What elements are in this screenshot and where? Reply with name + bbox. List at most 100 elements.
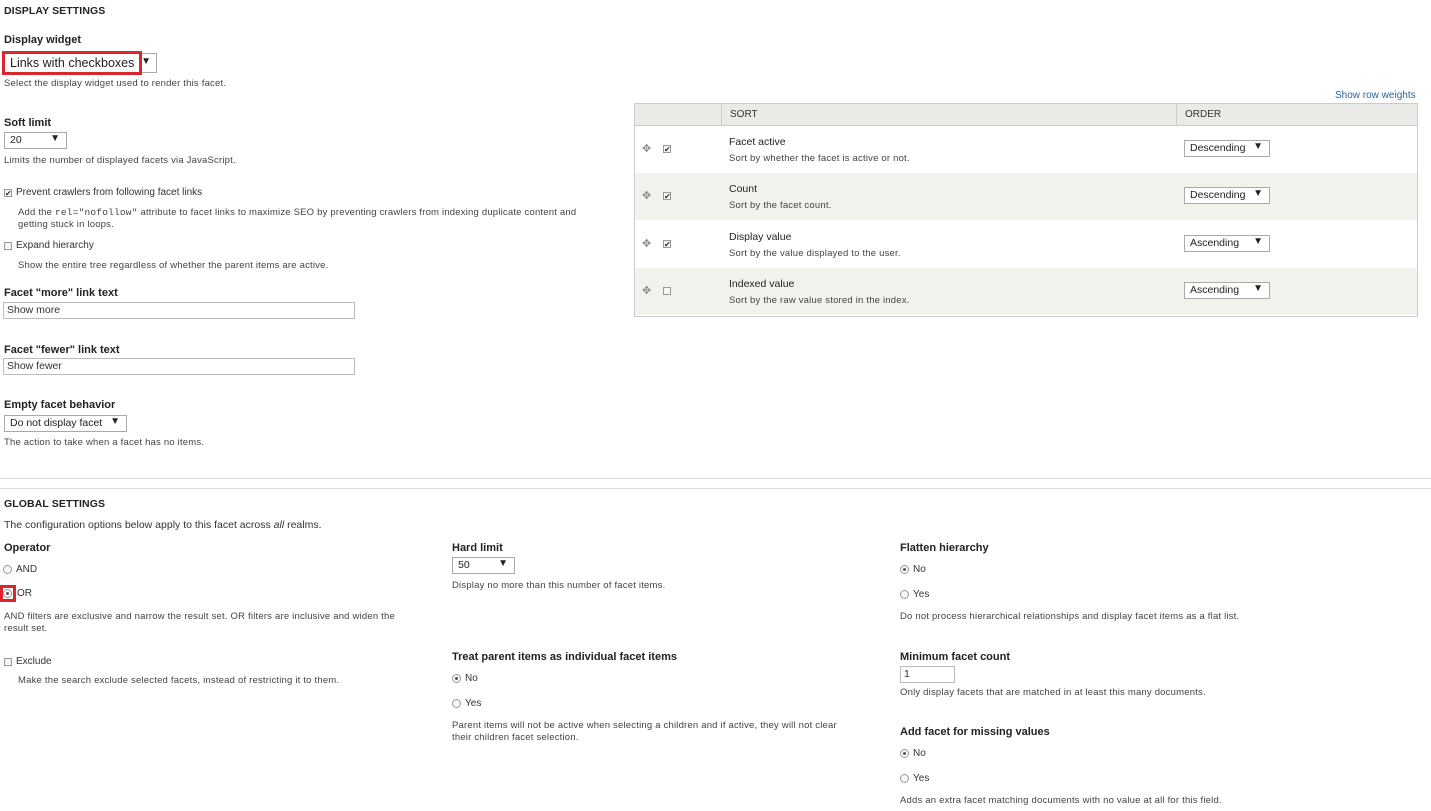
- display-widget-highlight: [2, 51, 142, 75]
- missing-values-description: Adds an extra facet matching documents w…: [900, 795, 1222, 806]
- empty-behavior-select[interactable]: Do not display facet ▼: [4, 415, 127, 432]
- intro-before: The configuration options below apply to…: [4, 519, 274, 531]
- treat-parent-label: Treat parent items as individual facet i…: [452, 651, 677, 663]
- sort-order-select[interactable]: Ascending ▼: [1184, 235, 1270, 252]
- operator-description-line1: AND filters are exclusive and narrow the…: [4, 611, 395, 622]
- drag-handle-icon[interactable]: ✥: [642, 189, 651, 202]
- missing-yes-radio[interactable]: [900, 774, 909, 783]
- chevron-down-icon: ▼: [1253, 141, 1263, 152]
- exclude-description: Make the search exclude selected facets,…: [18, 675, 340, 686]
- drag-handle-icon[interactable]: ✥: [642, 284, 651, 297]
- sort-order-value: Descending: [1190, 189, 1246, 201]
- min-count-label: Minimum facet count: [900, 651, 1011, 663]
- hard-limit-description: Display no more than this number of face…: [452, 580, 666, 591]
- soft-limit-description: Limits the number of displayed facets vi…: [4, 155, 236, 166]
- section-divider: [0, 488, 1431, 489]
- chevron-down-icon: ▼: [1253, 188, 1263, 199]
- sort-description: Sort by the facet count.: [729, 200, 832, 211]
- sort-order-select[interactable]: Descending ▼: [1184, 187, 1270, 204]
- soft-limit-select[interactable]: 20 ▼: [4, 132, 67, 149]
- table-row: ✥ ✔ Count Sort by the facet count. Desce…: [635, 173, 1417, 220]
- chevron-down-icon: ▼: [1253, 236, 1263, 247]
- expand-hierarchy-label: Expand hierarchy: [16, 240, 94, 251]
- chevron-down-icon: ▼: [498, 558, 508, 569]
- flatten-yes-label: Yes: [913, 589, 930, 600]
- show-row-weights-link[interactable]: Show row weights: [1335, 90, 1416, 101]
- prevent-crawlers-description: Add the rel="nofollow" attribute to face…: [18, 207, 576, 219]
- empty-behavior-value: Do not display facet: [10, 417, 103, 429]
- prevent-crawlers-desc-after: attribute to facet links to maximize SEO…: [137, 207, 577, 218]
- soft-limit-value: 20: [10, 134, 22, 146]
- sort-description: Sort by the value displayed to the user.: [729, 248, 901, 259]
- treat-parent-description-line1: Parent items will not be active when sel…: [452, 720, 837, 731]
- hard-limit-select[interactable]: 50 ▼: [452, 557, 515, 574]
- sort-enabled-checkbox[interactable]: ✔: [663, 192, 671, 201]
- hard-limit-label: Hard limit: [452, 542, 503, 554]
- operator-or-highlight: [0, 585, 16, 602]
- more-link-label: Facet "more" link text: [4, 287, 118, 299]
- sort-order-select[interactable]: Ascending ▼: [1184, 282, 1270, 299]
- operator-label: Operator: [4, 542, 51, 554]
- sort-title: Count: [729, 183, 758, 195]
- prevent-crawlers-label: Prevent crawlers from following facet li…: [16, 187, 203, 198]
- missing-yes-label: Yes: [913, 773, 930, 784]
- flatten-no-label: No: [913, 564, 926, 575]
- min-count-input[interactable]: 1: [900, 666, 955, 683]
- empty-behavior-label: Empty facet behavior: [4, 399, 116, 411]
- display-widget-label: Display widget: [4, 34, 82, 46]
- sort-title: Indexed value: [729, 278, 795, 290]
- flatten-no-radio[interactable]: [900, 565, 909, 574]
- expand-hierarchy-description: Show the entire tree regardless of wheth…: [18, 260, 329, 271]
- flatten-description: Do not process hierarchical relationship…: [900, 611, 1240, 622]
- exclude-label: Exclude: [16, 656, 52, 667]
- prevent-crawlers-checkbox[interactable]: ✔: [4, 189, 12, 198]
- sort-order-value: Descending: [1190, 142, 1246, 154]
- treat-parent-description-line2: their children facet selection.: [452, 732, 579, 743]
- sort-enabled-checkbox[interactable]: ✔: [663, 240, 671, 249]
- operator-description-line2: result set.: [4, 623, 48, 634]
- treat-parent-no-radio[interactable]: [452, 674, 461, 683]
- operator-or-label: OR: [17, 588, 32, 599]
- table-header-handle: [635, 104, 722, 126]
- table-header-order: ORDER: [1177, 104, 1417, 126]
- chevron-down-icon: ▼: [50, 133, 60, 144]
- treat-parent-no-label: No: [465, 673, 478, 684]
- treat-parent-yes-radio[interactable]: [452, 699, 461, 708]
- sort-order-value: Ascending: [1190, 237, 1240, 249]
- sort-enabled-checkbox[interactable]: ✔: [663, 145, 671, 154]
- flatten-yes-radio[interactable]: [900, 590, 909, 599]
- sort-table: SORT ORDER ✥ ✔ Facet active Sort by whet…: [634, 103, 1418, 317]
- table-header-sort: SORT: [722, 104, 1177, 126]
- fewer-link-input[interactable]: Show fewer: [3, 358, 355, 375]
- drag-handle-icon[interactable]: ✥: [642, 237, 651, 250]
- treat-parent-yes-label: Yes: [465, 698, 482, 709]
- operator-and-label: AND: [16, 564, 38, 575]
- more-link-input[interactable]: Show more: [3, 302, 355, 319]
- table-row: ✥ Indexed value Sort by the raw value st…: [635, 268, 1417, 315]
- exclude-checkbox[interactable]: [4, 658, 12, 666]
- min-count-description: Only display facets that are matched in …: [900, 687, 1206, 698]
- intro-after: realms.: [284, 519, 322, 531]
- global-settings-title: GLOBAL SETTINGS: [4, 498, 106, 510]
- sort-description: Sort by the raw value stored in the inde…: [729, 295, 910, 306]
- sort-title: Display value: [729, 231, 792, 243]
- sort-description: Sort by whether the facet is active or n…: [729, 153, 910, 164]
- missing-no-radio[interactable]: [900, 749, 909, 758]
- prevent-crawlers-description-line2: getting stuck in loops.: [18, 219, 114, 230]
- table-row: ✥ ✔ Facet active Sort by whether the fac…: [635, 126, 1417, 173]
- nofollow-code: rel="nofollow": [55, 207, 138, 218]
- sort-enabled-checkbox[interactable]: [663, 287, 671, 295]
- hard-limit-value: 50: [458, 559, 470, 571]
- prevent-crawlers-desc-before: Add the: [18, 207, 55, 218]
- sort-title: Facet active: [729, 136, 786, 148]
- soft-limit-label: Soft limit: [4, 117, 52, 129]
- expand-hierarchy-checkbox[interactable]: [4, 242, 12, 250]
- display-settings-title: DISPLAY SETTINGS: [4, 5, 106, 17]
- intro-emphasis: all: [273, 519, 285, 531]
- operator-and-radio[interactable]: [3, 565, 12, 574]
- empty-behavior-description: The action to take when a facet has no i…: [4, 437, 205, 448]
- global-settings-intro: The configuration options below apply to…: [4, 519, 322, 531]
- sort-order-select[interactable]: Descending ▼: [1184, 140, 1270, 157]
- missing-values-label: Add facet for missing values: [900, 726, 1050, 738]
- drag-handle-icon[interactable]: ✥: [642, 142, 651, 155]
